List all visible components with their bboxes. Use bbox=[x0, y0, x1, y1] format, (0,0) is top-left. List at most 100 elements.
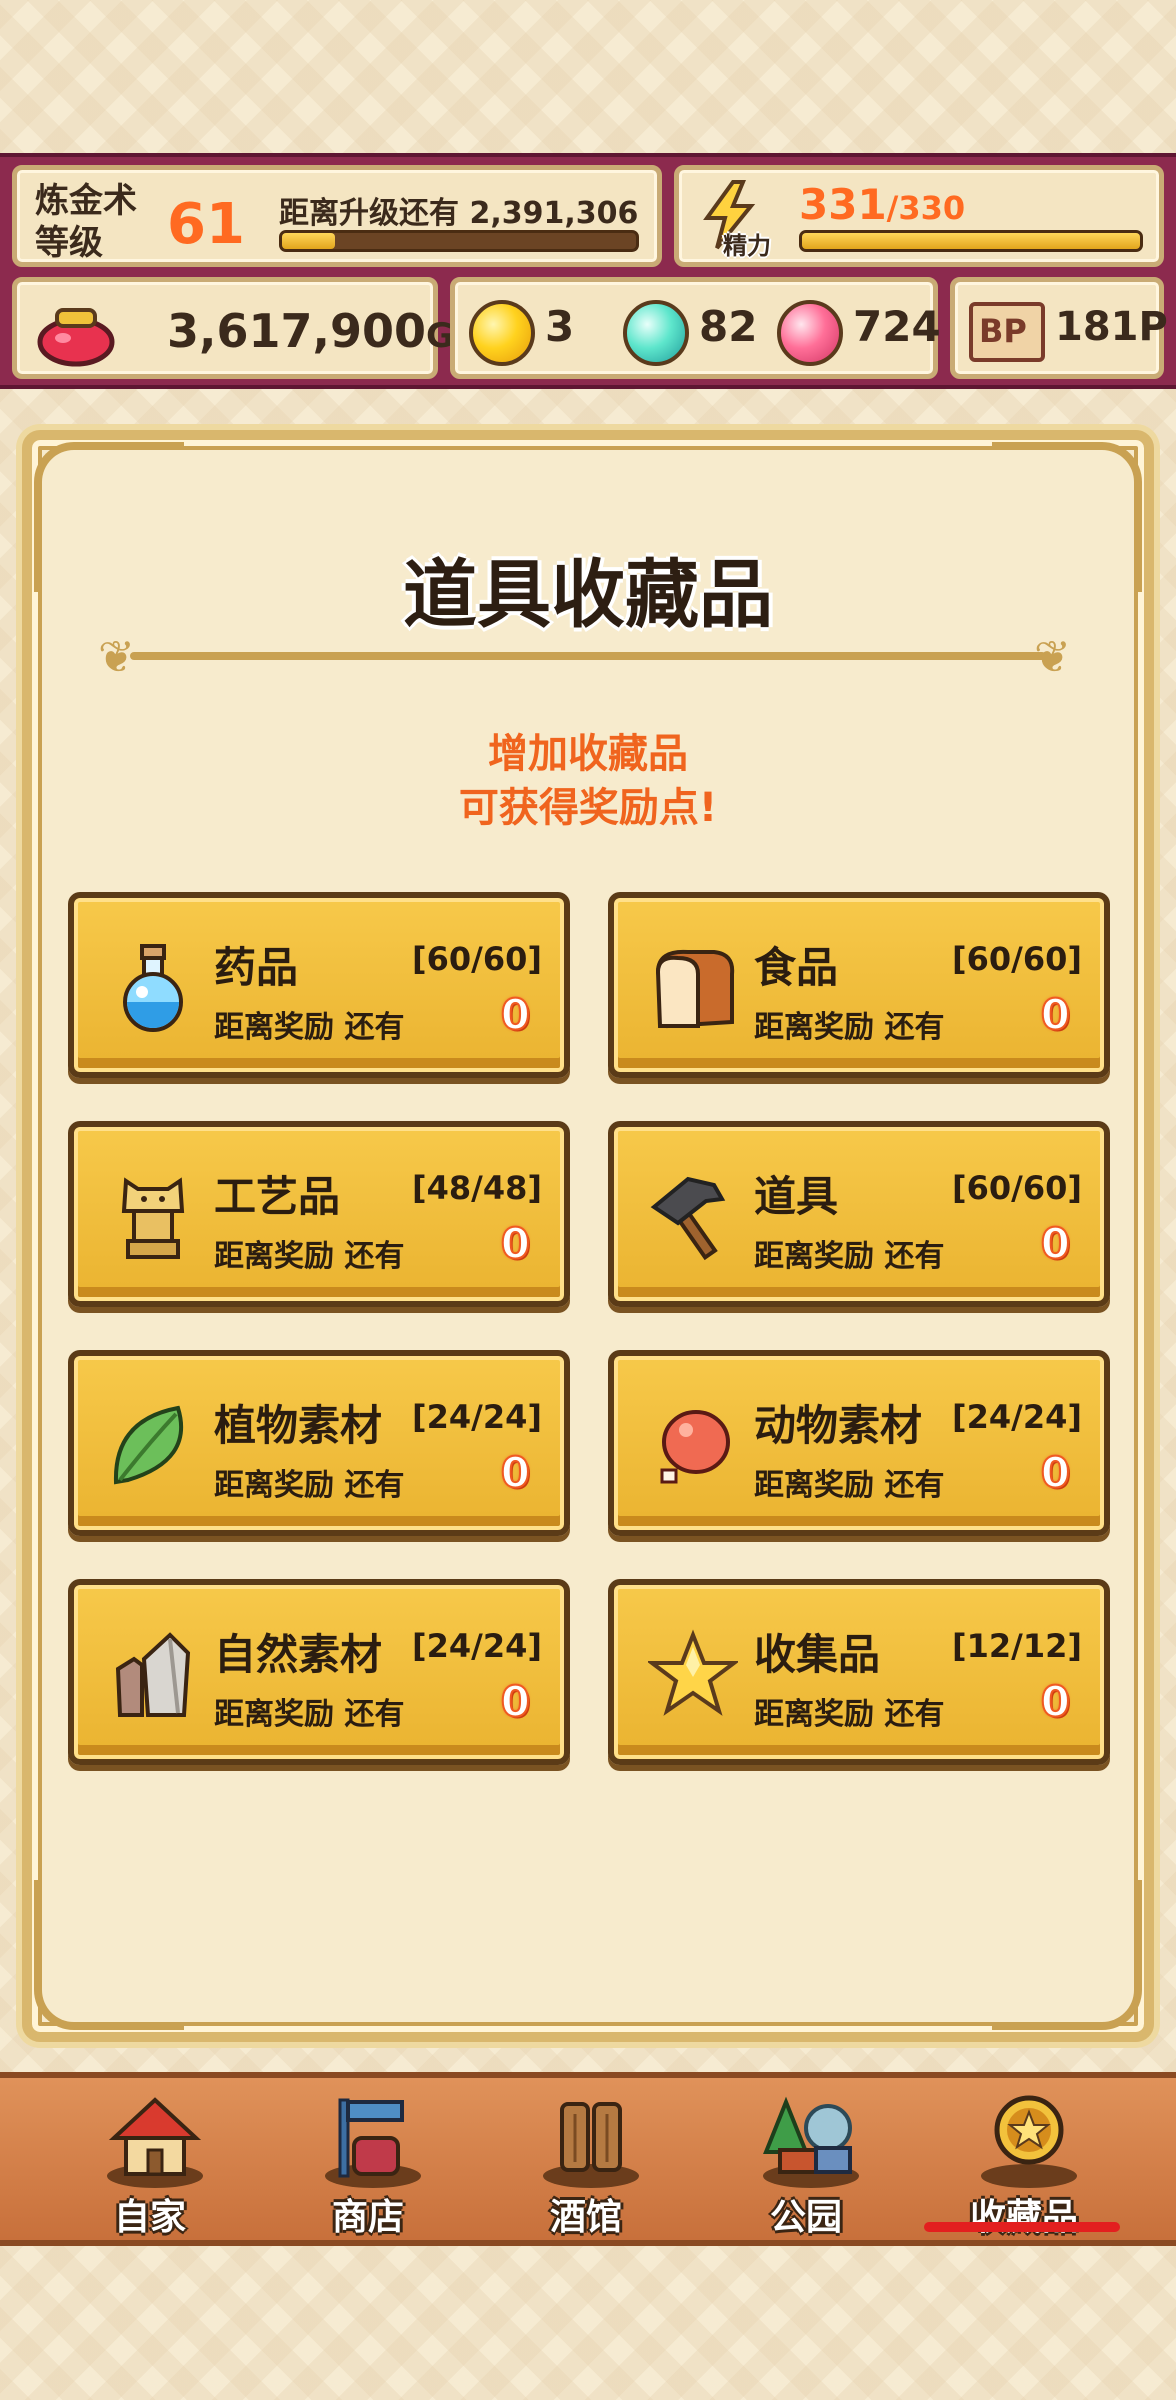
bread-icon bbox=[655, 949, 735, 1029]
category-count: [12/12] bbox=[952, 1627, 1082, 1665]
corner-ornament-bottom-left bbox=[34, 1880, 184, 2030]
nav-tavern[interactable]: 酒馆 bbox=[486, 2078, 686, 2252]
hammer-icon bbox=[650, 1176, 726, 1261]
page-title: 道具收藏品 bbox=[403, 552, 773, 638]
shop-icon bbox=[325, 2098, 421, 2188]
reward-remaining-label: 距离奖励 还有 bbox=[214, 1697, 405, 1732]
stone-icon bbox=[115, 1632, 191, 1717]
category-name: 药品 bbox=[214, 943, 299, 992]
reward-hint-line-1: 增加收藏品 bbox=[488, 731, 688, 777]
category-card-crafts[interactable]: 工艺品 [48/48] 距离奖励 还有 0 bbox=[68, 1121, 570, 1307]
reward-remaining-label: 距离奖励 还有 bbox=[214, 1010, 405, 1045]
nav-label: 商店 bbox=[331, 2197, 404, 2238]
yellow-orb-icon bbox=[469, 300, 535, 366]
reward-hint-line-2: 可获得奖励点! bbox=[458, 785, 718, 831]
category-name: 工艺品 bbox=[214, 1172, 341, 1221]
energy-max: /330 bbox=[886, 189, 966, 227]
category-count: [60/60] bbox=[952, 1169, 1082, 1207]
pink-orb-icon bbox=[777, 300, 843, 366]
nav-label: 自家 bbox=[113, 2197, 186, 2238]
tavern-icon bbox=[543, 2102, 639, 2188]
reward-remaining-label: 距离奖励 还有 bbox=[754, 1697, 945, 1732]
wheat-ornament-left-icon: ❦ bbox=[98, 632, 135, 683]
bp-ticket-icon: BP bbox=[969, 302, 1045, 362]
title-divider bbox=[130, 652, 1046, 660]
leaf-icon bbox=[113, 1405, 184, 1485]
energy-label: 精力 bbox=[723, 232, 771, 260]
bottom-nav: 自家 商店 酒馆 公园 收藏品 bbox=[0, 2072, 1176, 2246]
category-card-food[interactable]: 食品 [60/60] 距离奖励 还有 0 bbox=[608, 892, 1110, 1078]
category-count: [60/60] bbox=[952, 940, 1082, 978]
next-level-text: 距离升级还有 2,391,306 bbox=[279, 196, 639, 231]
reward-hint: 增加收藏品 可获得奖励点! bbox=[0, 727, 1176, 835]
level-progress-fill bbox=[282, 233, 336, 249]
category-card-animal-materials[interactable]: 动物素材 [24/24] 距离奖励 还有 0 bbox=[608, 1350, 1110, 1536]
wheat-ornament-right-icon: ❦ bbox=[1034, 632, 1071, 683]
energy-panel[interactable]: 精力 331/330 bbox=[674, 165, 1164, 267]
reward-remaining-value: 0 bbox=[1040, 1676, 1071, 1727]
category-name: 收集品 bbox=[754, 1630, 881, 1679]
category-count: [24/24] bbox=[412, 1627, 542, 1665]
category-card-nature-materials[interactable]: 自然素材 [24/24] 距离奖励 还有 0 bbox=[68, 1579, 570, 1765]
reward-remaining-label: 距离奖励 还有 bbox=[214, 1468, 405, 1503]
meat-icon bbox=[660, 1410, 730, 1484]
corner-ornament-bottom-right bbox=[992, 1880, 1142, 2030]
reward-remaining-label: 距离奖励 还有 bbox=[754, 1239, 945, 1274]
reward-remaining-label: 距离奖励 还有 bbox=[754, 1468, 945, 1503]
reward-remaining-value: 0 bbox=[500, 1447, 531, 1498]
category-card-tools[interactable]: 道具 [60/60] 距离奖励 还有 0 bbox=[608, 1121, 1110, 1307]
nav-shop[interactable]: 商店 bbox=[268, 2078, 468, 2252]
nav-home[interactable]: 自家 bbox=[50, 2078, 250, 2252]
energy-current: 331 bbox=[799, 180, 887, 229]
yellow-orb-count: 3 bbox=[545, 302, 575, 351]
category-count: [48/48] bbox=[412, 1169, 542, 1207]
energy-progress-fill bbox=[802, 233, 1140, 249]
reward-remaining-value: 0 bbox=[500, 1676, 531, 1727]
category-name: 植物素材 bbox=[214, 1401, 383, 1450]
pink-orb-count: 724 bbox=[853, 302, 941, 351]
bp-amount: 181P bbox=[1055, 304, 1168, 350]
category-name: 动物素材 bbox=[754, 1401, 923, 1450]
coin-purse-icon bbox=[35, 298, 117, 368]
gold-amount: 3,617,900G bbox=[167, 304, 454, 358]
bp-panel[interactable]: BP 181P bbox=[950, 277, 1168, 379]
active-tab-indicator bbox=[924, 2222, 1120, 2232]
category-count: [60/60] bbox=[412, 940, 542, 978]
category-card-collectibles[interactable]: 收集品 [12/12] 距离奖励 还有 0 bbox=[608, 1579, 1110, 1765]
reward-remaining-value: 0 bbox=[1040, 1447, 1071, 1498]
nav-park[interactable]: 公园 bbox=[706, 2078, 906, 2252]
status-header: 炼金术 等级 61 距离升级还有 2,391,306 精力 331/330 3,… bbox=[0, 153, 1176, 389]
house-icon bbox=[107, 2097, 203, 2188]
nav-label: 公园 bbox=[769, 2197, 842, 2238]
nav-label: 收藏品 bbox=[969, 2197, 1078, 2238]
reward-remaining-value: 0 bbox=[1040, 1218, 1071, 1269]
category-name: 自然素材 bbox=[214, 1630, 383, 1679]
reward-remaining-value: 0 bbox=[500, 1218, 531, 1269]
teal-orb-count: 82 bbox=[699, 302, 758, 351]
teal-orb-icon bbox=[623, 300, 689, 366]
energy-value: 331/330 bbox=[799, 180, 965, 229]
reward-remaining-value: 0 bbox=[500, 989, 531, 1040]
category-card-plant-materials[interactable]: 植物素材 [24/24] 距离奖励 还有 0 bbox=[68, 1350, 570, 1536]
category-card-medicine[interactable]: 药品 [60/60] 距离奖励 还有 0 bbox=[68, 892, 570, 1078]
alchemy-level-panel[interactable]: 炼金术 等级 61 距离升级还有 2,391,306 bbox=[12, 165, 662, 267]
nav-label: 酒馆 bbox=[549, 2197, 622, 2238]
collection-medal-icon bbox=[981, 2095, 1077, 2188]
reward-remaining-label: 距离奖励 还有 bbox=[754, 1010, 945, 1045]
figurine-icon bbox=[121, 1177, 185, 1259]
category-count: [24/24] bbox=[412, 1398, 542, 1436]
category-count: [24/24] bbox=[952, 1398, 1082, 1436]
level-value: 61 bbox=[167, 192, 245, 257]
reward-remaining-label: 距离奖励 还有 bbox=[214, 1239, 405, 1274]
star-icon bbox=[648, 1629, 738, 1716]
bp-ticket-label: BP bbox=[979, 312, 1027, 350]
orbs-panel[interactable]: 3 82 724 bbox=[450, 277, 941, 379]
gold-panel[interactable]: 3,617,900G bbox=[12, 277, 454, 379]
category-name: 道具 bbox=[754, 1172, 839, 1221]
potion-icon bbox=[123, 944, 183, 1032]
energy-progress-bar bbox=[799, 230, 1143, 252]
park-icon bbox=[763, 2096, 859, 2188]
level-label: 炼金术 等级 bbox=[35, 181, 137, 263]
category-name: 食品 bbox=[754, 943, 839, 992]
reward-remaining-value: 0 bbox=[1040, 989, 1071, 1040]
